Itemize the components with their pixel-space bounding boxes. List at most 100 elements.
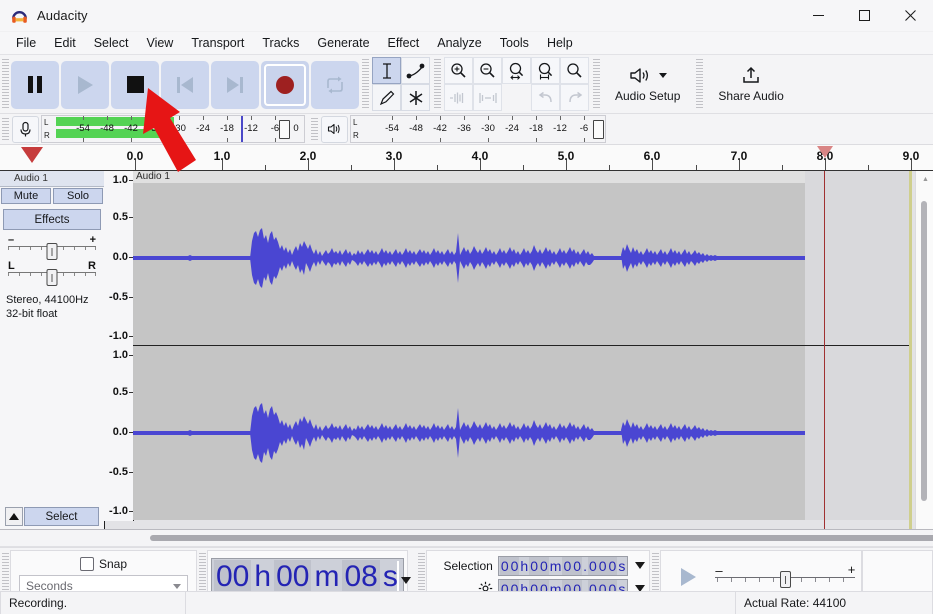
share-audio-button[interactable]: Share Audio <box>706 58 795 111</box>
play-icon <box>78 76 93 94</box>
snap-row[interactable]: Snap <box>80 557 127 571</box>
effects-button[interactable]: Effects <box>3 209 101 230</box>
audio-clip-channel-2[interactable] <box>133 346 805 520</box>
audio-setup-label: Audio Setup <box>615 89 680 103</box>
asterisk-icon <box>407 89 425 107</box>
vertical-scrollbar-thumb[interactable] <box>921 201 927 501</box>
zoom-toggle-button[interactable] <box>560 57 589 84</box>
silence-audio-button[interactable] <box>473 84 502 111</box>
fit-selection-button[interactable] <box>502 57 531 84</box>
menu-help[interactable]: Help <box>538 34 582 52</box>
waveform-channel-2[interactable] <box>133 346 912 520</box>
stop-icon <box>127 76 144 93</box>
record-meter-channel-labels: LR <box>42 116 56 142</box>
audio-setup-toolbar-grip[interactable] <box>593 59 600 110</box>
audacity-window: Audacity File Edit Select View Transport… <box>0 0 933 614</box>
draw-tool[interactable] <box>372 84 401 111</box>
record-meter-grip[interactable] <box>2 118 9 140</box>
solo-button[interactable]: Solo <box>53 188 103 204</box>
record-meter-button[interactable] <box>12 116 39 143</box>
timeline-ruler[interactable]: 0.0 1.0 2.0 3.0 4.0 5.0 6.0 7.0 8.0 9.0 <box>0 145 933 171</box>
vertical-scrollbar[interactable]: ▲ <box>915 171 933 529</box>
gain-slider-thumb[interactable] <box>47 243 58 260</box>
close-button[interactable] <box>887 0 933 31</box>
fit-project-button[interactable] <box>531 57 560 84</box>
menu-tracks[interactable]: Tracks <box>253 34 308 52</box>
selection-tool[interactable] <box>372 57 401 84</box>
menu-file[interactable]: File <box>7 34 45 52</box>
transport-toolbar-grip[interactable] <box>2 59 9 110</box>
title-bar: Audacity <box>0 0 933 32</box>
waveform-channel-1[interactable]: Audio 1 <box>133 171 912 346</box>
play-meter-bars: -54 -48 -42 -36 -30 -24 -18 -12 -6 <box>365 116 605 142</box>
selection-start-field[interactable]: 00h00m00.000s <box>498 556 629 576</box>
play-meter-button[interactable] <box>321 116 348 143</box>
audio-setup-button[interactable]: Audio Setup <box>603 58 692 111</box>
maximize-button[interactable] <box>841 0 887 31</box>
menu-edit[interactable]: Edit <box>45 34 85 52</box>
speaker-icon <box>327 122 342 136</box>
collapse-track-button[interactable] <box>5 507 23 526</box>
loop-button[interactable] <box>311 61 359 109</box>
recording-meter[interactable]: LR -54 -48 -42 -36 -30 -24 -18 -12 -6 0 <box>41 115 305 143</box>
vertical-ruler-channel-2: 1.0 0.5 0.0 -0.5 -1.0 <box>104 346 134 521</box>
snap-checkbox[interactable] <box>80 557 94 571</box>
play-at-speed-button[interactable] <box>667 562 709 592</box>
vertical-ruler-channel-1: 1.0 0.5 0.0 -0.5 -1.0 <box>104 171 134 346</box>
trim-audio-button[interactable] <box>444 84 473 111</box>
tools-toolbar-grip[interactable] <box>362 59 369 110</box>
envelope-tool[interactable] <box>401 57 430 84</box>
record-button[interactable] <box>261 61 309 109</box>
skip-to-start-button[interactable] <box>161 61 209 109</box>
selection-start-caret[interactable] <box>635 562 645 569</box>
status-message: Recording. <box>0 592 186 614</box>
position-format-caret[interactable] <box>401 577 411 584</box>
mute-button[interactable]: Mute <box>1 188 51 204</box>
redo-button[interactable] <box>560 84 589 111</box>
play-speed-slider-thumb[interactable] <box>780 571 791 588</box>
edit-toolbar-grip[interactable] <box>434 59 441 110</box>
scroll-up-icon[interactable]: ▲ <box>922 176 929 183</box>
track-name[interactable]: Audio 1 <box>0 171 104 187</box>
position-seconds: 08 <box>342 560 379 594</box>
menu-generate[interactable]: Generate <box>308 34 378 52</box>
zoom-toggle-icon <box>566 62 583 79</box>
menu-view[interactable]: View <box>137 34 182 52</box>
menu-transport[interactable]: Transport <box>182 34 253 52</box>
waveform-area[interactable]: Audio 1 <box>133 171 912 529</box>
waveform-peaks <box>250 228 805 288</box>
zoom-in-button[interactable] <box>444 57 473 84</box>
record-meter-clip-indicator <box>279 120 290 139</box>
play-meter-grip[interactable] <box>311 118 318 140</box>
select-track-button[interactable]: Select <box>24 507 99 526</box>
multi-tool[interactable] <box>401 84 430 111</box>
audio-clip-channel-1[interactable]: Audio 1 <box>133 171 805 345</box>
pan-slider[interactable]: LR <box>8 262 96 284</box>
gain-slider[interactable]: –+ <box>8 236 96 258</box>
play-speed-slider[interactable]: – + <box>715 564 855 590</box>
menu-select[interactable]: Select <box>85 34 138 52</box>
snap-label: Snap <box>99 557 127 571</box>
menu-tools[interactable]: Tools <box>491 34 538 52</box>
play-meter-channel-labels: LR <box>351 116 365 142</box>
play-button[interactable] <box>61 61 109 109</box>
minimize-button[interactable] <box>795 0 841 31</box>
zoom-out-button[interactable] <box>473 57 502 84</box>
menu-effect[interactable]: Effect <box>379 34 429 52</box>
pan-slider-thumb[interactable] <box>47 269 58 286</box>
pause-button[interactable] <box>11 61 59 109</box>
horizontal-scrollbar[interactable] <box>0 530 933 547</box>
stop-button[interactable] <box>111 61 159 109</box>
status-spacer <box>186 592 735 614</box>
zoom-in-icon <box>450 62 467 79</box>
menu-analyze[interactable]: Analyze <box>428 34 490 52</box>
horizontal-scrollbar-thumb[interactable] <box>150 535 933 541</box>
record-meter-cursor <box>241 116 243 142</box>
skip-to-end-button[interactable] <box>211 61 259 109</box>
playback-meter[interactable]: LR -54 -48 -42 -36 -30 -24 -18 -12 -6 <box>350 115 606 143</box>
pinned-play-head-icon[interactable] <box>21 147 43 163</box>
fit-selection-icon <box>508 62 525 80</box>
undo-button[interactable] <box>531 84 560 111</box>
playhead-marker[interactable] <box>817 146 833 158</box>
share-audio-toolbar-grip[interactable] <box>696 59 703 110</box>
